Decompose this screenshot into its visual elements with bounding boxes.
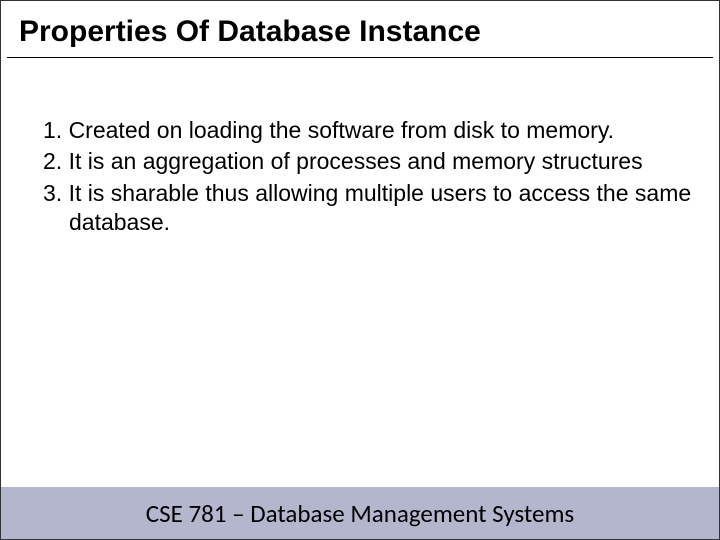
title-area: Properties Of Database Instance	[7, 1, 713, 58]
footer-bar: CSE 781 – Database Management Systems	[1, 487, 719, 539]
slide-container: Properties Of Database Instance 1. Creat…	[1, 1, 719, 539]
slide-title: Properties Of Database Instance	[19, 15, 701, 49]
list-item: 3. It is sharable thus allowing multiple…	[23, 179, 697, 238]
footer-text: CSE 781 – Database Management Systems	[146, 498, 574, 529]
content-area: 1. Created on loading the software from …	[1, 58, 719, 238]
list-item: 2. It is an aggregation of processes and…	[23, 147, 697, 176]
list-item: 1. Created on loading the software from …	[23, 116, 697, 145]
